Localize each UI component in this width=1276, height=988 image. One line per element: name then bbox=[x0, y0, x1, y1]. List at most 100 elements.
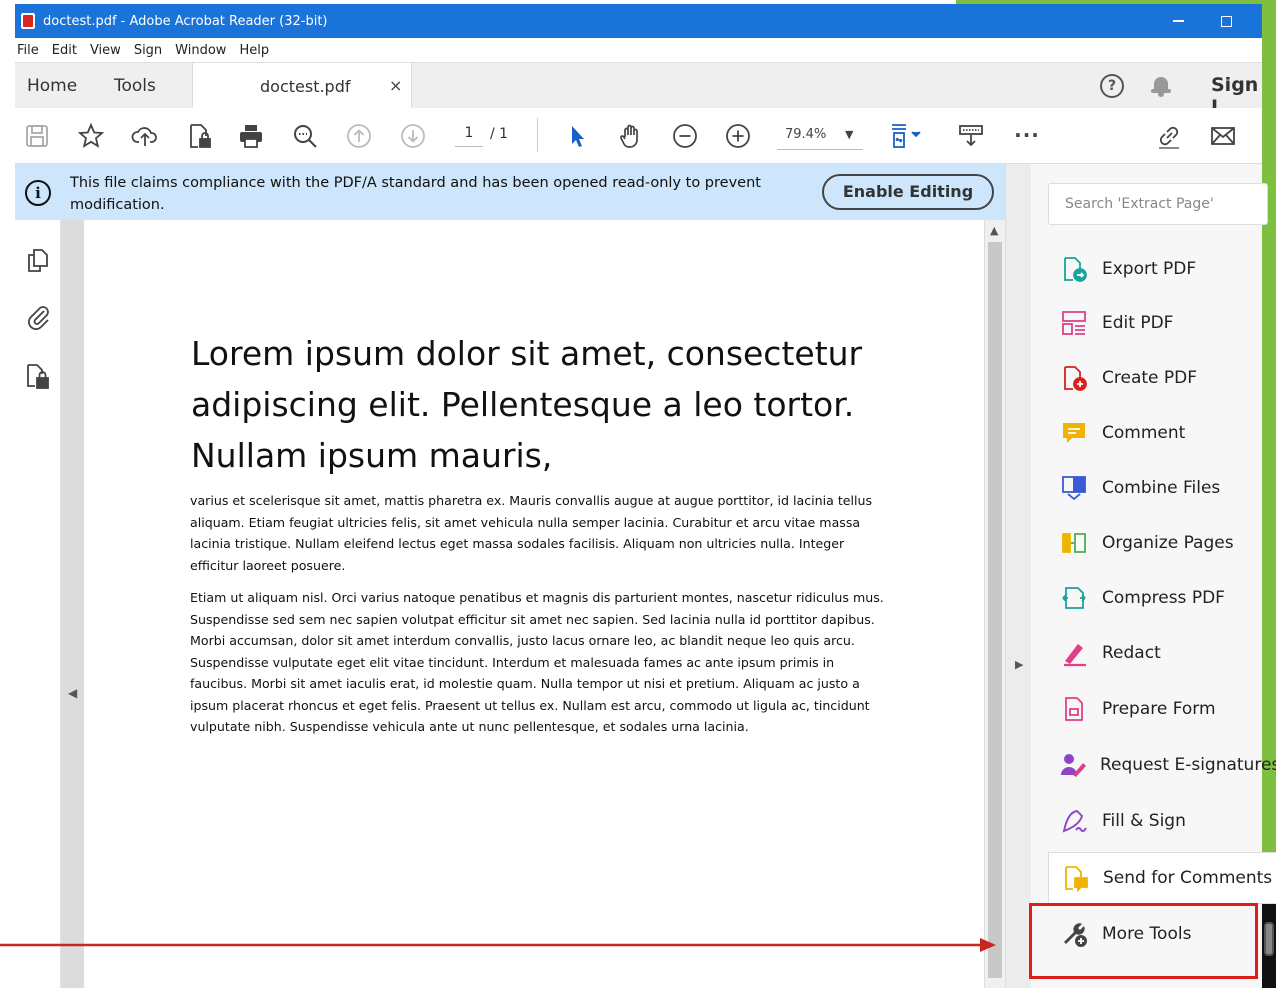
tool-label: Redact bbox=[1102, 643, 1161, 663]
scrolling-mode-icon[interactable] bbox=[957, 122, 985, 150]
scrollbar-thumb[interactable] bbox=[988, 242, 1002, 978]
tool-label: Organize Pages bbox=[1102, 533, 1234, 553]
tab-document[interactable]: doctest.pdf × bbox=[192, 63, 412, 109]
tool-label: Create PDF bbox=[1102, 368, 1198, 388]
next-page-icon[interactable] bbox=[399, 122, 427, 150]
tool-label: Edit PDF bbox=[1102, 313, 1174, 333]
banner-message: This file claims compliance with the PDF… bbox=[70, 175, 761, 213]
save-icon[interactable] bbox=[23, 122, 51, 150]
fill-sign-icon bbox=[1059, 806, 1089, 836]
tool-redact[interactable]: Redact bbox=[1048, 628, 1276, 678]
previous-page-icon[interactable] bbox=[345, 122, 373, 150]
menu-help[interactable]: Help bbox=[237, 43, 276, 58]
vertical-scrollbar[interactable]: ▲ bbox=[985, 220, 1005, 988]
tool-edit-pdf[interactable]: Edit PDF bbox=[1048, 298, 1276, 348]
redact-icon bbox=[1059, 638, 1089, 668]
pdf-page: Lorem ipsum dolor sit amet, consectetur … bbox=[84, 220, 984, 988]
zoom-dropdown-caret-icon: ▼ bbox=[845, 128, 854, 141]
combine-files-icon bbox=[1059, 473, 1089, 503]
page-thumbnails-icon[interactable] bbox=[24, 246, 52, 274]
document-tab-label: doctest.pdf bbox=[260, 77, 351, 96]
toolbar: 1 / 1 79.4% ▼ ... bbox=[15, 108, 1262, 164]
help-icon[interactable]: ? bbox=[1100, 74, 1124, 98]
document-paragraph: varius et scelerisque sit amet, mattis p… bbox=[190, 493, 873, 573]
tool-label: Prepare Form bbox=[1102, 699, 1216, 719]
menu-file[interactable]: File bbox=[15, 43, 46, 58]
create-pdf-icon bbox=[1059, 363, 1089, 393]
tool-send-for-comments[interactable]: Send for Comments bbox=[1048, 852, 1276, 904]
more-tools-highlight-box bbox=[1029, 903, 1258, 979]
comment-icon bbox=[1059, 418, 1089, 448]
tool-label: Compress PDF bbox=[1102, 588, 1225, 608]
tool-prepare-form[interactable]: Prepare Form bbox=[1048, 684, 1276, 734]
tool-label: Send for Comments bbox=[1103, 868, 1273, 888]
more-options-icon[interactable]: ... bbox=[1013, 116, 1041, 144]
tool-label: Comment bbox=[1102, 423, 1186, 443]
zoom-level-dropdown[interactable]: 79.4% ▼ bbox=[777, 124, 863, 150]
attachments-paperclip-icon[interactable] bbox=[24, 302, 52, 330]
collapse-left-panel-icon[interactable]: ◀ bbox=[68, 686, 77, 700]
document-paragraph: Etiam ut aliquam nisl. Orci varius natoq… bbox=[190, 590, 884, 734]
tool-organize-pages[interactable]: Organize Pages bbox=[1048, 518, 1276, 568]
tool-comment[interactable]: Comment bbox=[1048, 408, 1276, 458]
maximize-button[interactable] bbox=[1203, 4, 1249, 38]
scroll-up-arrow-icon[interactable]: ▲ bbox=[990, 224, 998, 237]
tab-home[interactable]: Home bbox=[27, 76, 77, 96]
acrobat-app-icon bbox=[21, 13, 35, 29]
organize-pages-icon bbox=[1059, 528, 1089, 558]
tools-pane: Export PDF Edit PDF Create PDF Comment C… bbox=[1031, 164, 1276, 988]
close-tab-icon[interactable]: × bbox=[389, 76, 402, 95]
menu-view[interactable]: View bbox=[88, 43, 128, 58]
tool-export-pdf[interactable]: Export PDF bbox=[1048, 244, 1276, 294]
menu-edit[interactable]: Edit bbox=[50, 43, 84, 58]
protect-file-icon[interactable] bbox=[185, 122, 213, 150]
zoom-out-icon[interactable] bbox=[671, 122, 699, 150]
left-navigation-panel bbox=[15, 220, 61, 988]
find-zoom-icon[interactable] bbox=[291, 122, 319, 150]
tool-label: Request E-signatures bbox=[1100, 755, 1276, 775]
pdfa-info-banner: i This file claims compliance with the P… bbox=[15, 164, 1005, 220]
hand-pan-icon[interactable] bbox=[617, 122, 645, 150]
tool-fill-sign[interactable]: Fill & Sign bbox=[1048, 796, 1276, 846]
request-esignature-icon bbox=[1059, 750, 1087, 780]
title-bar: doctest.pdf - Adobe Acrobat Reader (32-b… bbox=[15, 4, 1262, 38]
email-icon[interactable] bbox=[1209, 122, 1237, 150]
fit-page-icon[interactable] bbox=[888, 122, 930, 150]
print-icon[interactable] bbox=[237, 122, 265, 150]
export-pdf-icon bbox=[1059, 254, 1089, 284]
document-viewport[interactable]: ◀ Lorem ipsum dolor sit amet, consectetu… bbox=[61, 220, 1005, 988]
upload-cloud-icon[interactable] bbox=[131, 122, 159, 150]
share-link-icon[interactable] bbox=[1155, 122, 1183, 150]
tool-request-esignatures[interactable]: Request E-signatures bbox=[1048, 740, 1276, 790]
zoom-in-icon[interactable] bbox=[724, 122, 752, 150]
minimize-button[interactable] bbox=[1155, 4, 1201, 38]
tool-label: Combine Files bbox=[1102, 478, 1221, 498]
security-lock-file-icon[interactable] bbox=[24, 362, 52, 390]
menu-window[interactable]: Window bbox=[173, 43, 233, 58]
enable-editing-button[interactable]: Enable Editing bbox=[822, 174, 994, 210]
tool-combine-files[interactable]: Combine Files bbox=[1048, 463, 1276, 513]
tab-bar: Home Tools doctest.pdf × ? Sign I bbox=[15, 62, 1262, 118]
tab-tools[interactable]: Tools bbox=[114, 76, 156, 96]
page-number-input[interactable]: 1 bbox=[455, 125, 483, 147]
edit-pdf-icon bbox=[1059, 308, 1089, 338]
page-total: / 1 bbox=[490, 126, 509, 142]
menu-sign[interactable]: Sign bbox=[132, 43, 169, 58]
tool-label: Fill & Sign bbox=[1102, 811, 1186, 831]
tools-pane-toggle-strip[interactable]: ▶ bbox=[1005, 164, 1031, 988]
document-heading: Lorem ipsum dolor sit amet, consectetur … bbox=[191, 334, 863, 475]
toolbar-separator bbox=[537, 118, 538, 152]
zoom-level-value: 79.4% bbox=[785, 127, 827, 142]
compress-pdf-icon bbox=[1059, 583, 1089, 613]
notification-bell-icon[interactable] bbox=[1151, 75, 1171, 97]
collapse-right-pane-icon[interactable]: ▶ bbox=[1015, 658, 1023, 671]
tools-search-input[interactable] bbox=[1048, 183, 1268, 225]
tool-create-pdf[interactable]: Create PDF bbox=[1048, 353, 1276, 403]
select-pointer-icon[interactable] bbox=[563, 122, 591, 150]
info-icon: i bbox=[25, 180, 51, 206]
annotation-arrow bbox=[0, 938, 996, 952]
tool-compress-pdf[interactable]: Compress PDF bbox=[1048, 573, 1276, 623]
prepare-form-icon bbox=[1059, 694, 1089, 724]
bookmark-star-icon[interactable] bbox=[77, 122, 105, 150]
send-for-comments-icon bbox=[1060, 863, 1090, 893]
